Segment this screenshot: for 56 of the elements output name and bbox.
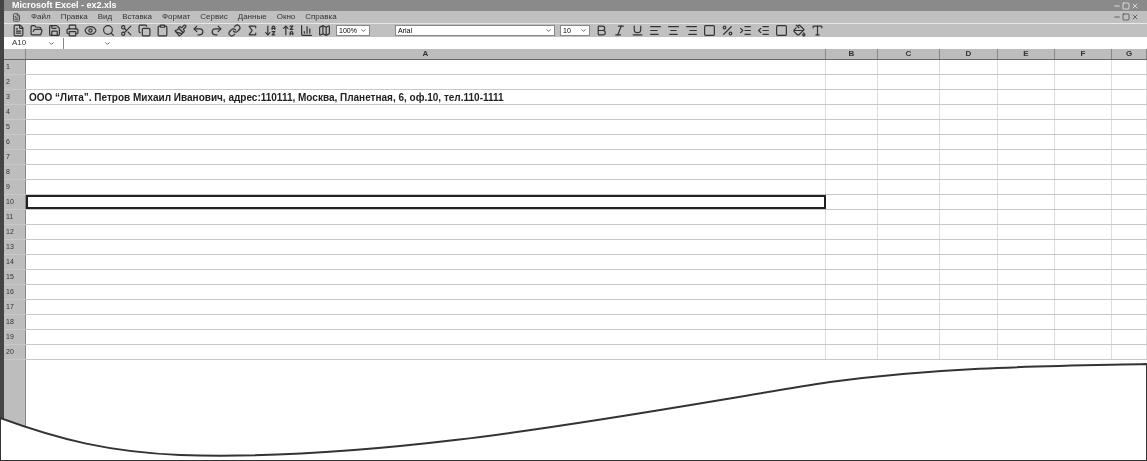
copy-icon[interactable]: [138, 24, 151, 37]
document-icon: [12, 12, 21, 22]
column-header[interactable]: E: [998, 49, 1055, 59]
close-icon[interactable]: [1131, 13, 1139, 21]
new-document-icon[interactable]: [12, 24, 25, 37]
menu-item[interactable]: Файл: [31, 13, 51, 21]
align-right-icon[interactable]: [685, 24, 698, 37]
dropdown-icon: [545, 27, 552, 34]
menu-item[interactable]: Справка: [305, 13, 337, 21]
column-header[interactable]: D: [940, 49, 998, 59]
bold-icon[interactable]: [595, 24, 608, 37]
menu-item[interactable]: Данные: [237, 13, 267, 21]
undo-icon[interactable]: [192, 24, 205, 37]
percent-icon[interactable]: [721, 24, 734, 37]
search-icon[interactable]: [102, 24, 115, 37]
save-icon[interactable]: [48, 24, 61, 37]
underline-icon[interactable]: [631, 24, 644, 37]
menu-item[interactable]: Окно: [276, 13, 296, 21]
column-header[interactable]: A: [26, 49, 826, 59]
italic-icon[interactable]: [613, 24, 626, 37]
chart-icon[interactable]: [300, 24, 313, 37]
menu-item[interactable]: Вид: [97, 13, 113, 21]
sort-descending-icon[interactable]: [282, 24, 295, 37]
fill-color-icon[interactable]: [793, 24, 806, 37]
restore-icon[interactable]: [1122, 13, 1130, 21]
menu-item[interactable]: Вставка: [122, 13, 152, 21]
printer-icon[interactable]: [66, 24, 79, 37]
dropdown-icon[interactable]: [104, 39, 111, 47]
folder-icon[interactable]: [30, 24, 43, 37]
menu-item[interactable]: Формат: [161, 13, 191, 21]
dropdown-icon: [48, 39, 55, 47]
align-center-icon[interactable]: [667, 24, 680, 37]
window-title: Microsoft Excel - ex2.xls: [12, 1, 117, 10]
clipboard-icon[interactable]: [156, 24, 169, 37]
redo-icon[interactable]: [210, 24, 223, 37]
active-cell[interactable]: [26, 195, 826, 209]
font-color-icon[interactable]: [811, 24, 824, 37]
dropdown-icon: [580, 27, 587, 34]
dropdown-icon: [360, 27, 367, 34]
preview-icon[interactable]: [84, 24, 97, 37]
column-header[interactable]: B: [826, 49, 878, 59]
column-header[interactable]: G: [1112, 49, 1147, 59]
menu-item[interactable]: Правка: [60, 13, 88, 21]
scissors-icon[interactable]: [120, 24, 133, 37]
column-header[interactable]: C: [878, 49, 940, 59]
column-header[interactable]: F: [1055, 49, 1112, 59]
menu-item[interactable]: Сервис: [200, 13, 228, 21]
align-left-icon[interactable]: [649, 24, 662, 37]
link-icon[interactable]: [228, 24, 241, 37]
outdent-icon[interactable]: [757, 24, 770, 37]
table-cell[interactable]: ООО “Лита”. Петров Михаил Иванович, адрес:110111, Москва, Планетная, 6, оф.10, тел.110-1111: [26, 90, 826, 104]
sigma-icon[interactable]: [246, 24, 259, 37]
sort-ascending-icon[interactable]: [264, 24, 277, 37]
map-icon[interactable]: [318, 24, 331, 37]
indent-icon[interactable]: [739, 24, 752, 37]
paintbrush-icon[interactable]: [174, 24, 187, 37]
